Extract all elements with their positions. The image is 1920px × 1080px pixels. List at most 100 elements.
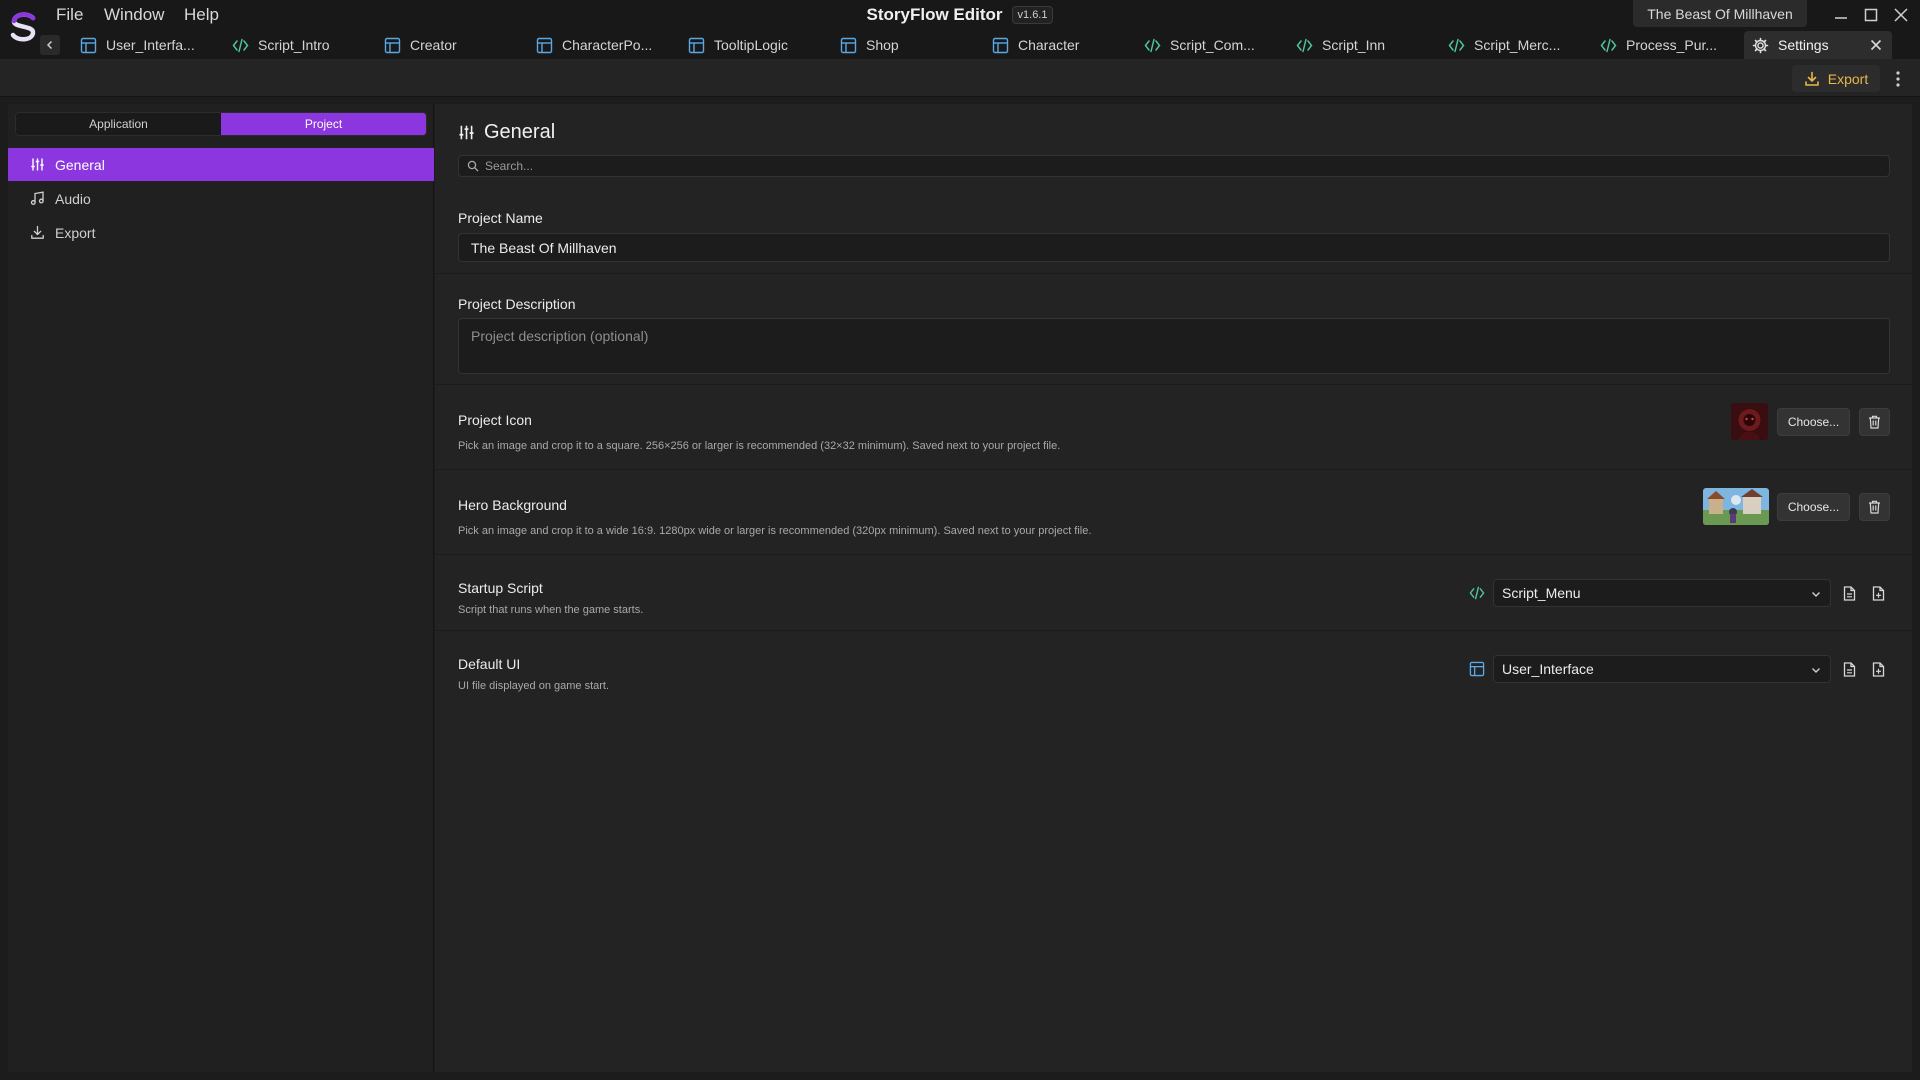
default-ui-description: UI file displayed on game start. — [458, 680, 610, 692]
default-ui-label: Default UI — [458, 656, 521, 672]
music-icon — [30, 191, 44, 205]
hero-background-delete-button[interactable] — [1859, 493, 1890, 521]
sidebar-item-export[interactable]: Export — [8, 216, 434, 249]
tab-label: Script_Merc... — [1474, 37, 1561, 53]
chevron-down-icon — [1812, 592, 1820, 597]
title-bar: File Window Help StoryFlow Editor v1.6.1… — [0, 0, 1920, 59]
trash-icon — [1869, 415, 1880, 429]
trash-icon — [1869, 500, 1880, 514]
file-plus-icon — [1872, 585, 1884, 601]
menu-help[interactable]: Help — [184, 0, 219, 29]
open-ui-button[interactable] — [1837, 655, 1861, 683]
chevron-down-icon — [1812, 668, 1820, 673]
close-tab-icon[interactable] — [1868, 37, 1884, 53]
settings-scope-toggle: Application Project — [15, 112, 427, 136]
minimize-icon[interactable] — [1830, 4, 1852, 26]
project-icon-thumbnail — [1731, 403, 1768, 440]
tab-creator[interactable]: Creator — [376, 31, 516, 59]
gear-icon — [1752, 37, 1769, 53]
project-name-label: Project Name — [458, 210, 543, 226]
project-name-pill[interactable]: The Beast Of Millhaven — [1633, 0, 1807, 27]
search-input[interactable] — [485, 159, 1836, 173]
code-icon — [1144, 38, 1161, 52]
sidebar-item-label: Export — [55, 224, 96, 241]
export-button[interactable]: Export — [1792, 65, 1880, 92]
startup-script-label: Startup Script — [458, 580, 543, 596]
project-description-input[interactable] — [458, 318, 1890, 374]
search-icon — [467, 160, 479, 172]
tab-label: Settings — [1778, 37, 1829, 53]
tab-user-interface[interactable]: User_Interfa... — [72, 31, 212, 59]
project-icon-section: Project Icon Pick an image and crop it t… — [435, 385, 1912, 470]
tab-settings[interactable]: Settings — [1744, 31, 1892, 59]
tab-label: Creator — [410, 37, 457, 53]
toolbar: Export — [0, 59, 1920, 97]
layout-icon — [80, 37, 97, 53]
code-icon — [1469, 586, 1485, 600]
tab-script-merc[interactable]: Script_Merc... — [1440, 31, 1580, 59]
project-icon-description: Pick an image and crop it to a square. 2… — [458, 440, 1061, 452]
tab-script-com[interactable]: Script_Com... — [1136, 31, 1276, 59]
sidebar-item-label: Audio — [55, 190, 91, 207]
tab-label: TooltipLogic — [714, 37, 788, 53]
tab-process-pur[interactable]: Process_Pur... — [1592, 31, 1732, 59]
code-icon — [1448, 38, 1465, 52]
sidebar-item-general[interactable]: General — [8, 148, 434, 181]
tab-character[interactable]: Character — [984, 31, 1124, 59]
tab-scroll-left-button[interactable] — [40, 35, 60, 55]
project-icon-delete-button[interactable] — [1859, 408, 1890, 436]
menu-file[interactable]: File — [56, 0, 83, 29]
tab-label: Process_Pur... — [1626, 37, 1718, 53]
default-ui-select[interactable]: User_Interface — [1493, 655, 1831, 683]
file-plus-icon — [1872, 661, 1884, 677]
new-ui-button[interactable] — [1866, 655, 1890, 683]
settings-content: General Project Name Project Description… — [435, 104, 1912, 1072]
project-name-section: Project Name — [435, 188, 1912, 274]
layout-icon — [1469, 661, 1485, 677]
version-badge: v1.6.1 — [1011, 5, 1054, 24]
layout-icon — [536, 37, 553, 53]
editor-tab-bar: User_Interfa... Script_Intro Creator Cha… — [72, 31, 1892, 59]
page-title-label: General — [484, 121, 556, 143]
startup-script-description: Script that runs when the game starts. — [458, 604, 644, 616]
close-window-icon[interactable] — [1890, 4, 1912, 26]
project-description-section: Project Description — [435, 274, 1912, 385]
project-icon-choose-button[interactable]: Choose... — [1777, 408, 1850, 436]
scope-application-button[interactable]: Application — [16, 113, 221, 135]
default-ui-section: Default UI UI file displayed on game sta… — [435, 631, 1912, 707]
storyflow-logo-icon — [7, 10, 41, 44]
code-icon — [1600, 38, 1617, 52]
file-icon — [1843, 585, 1855, 601]
settings-sidebar: Application Project General Audio Export — [8, 104, 434, 1072]
export-label: Export — [1827, 70, 1869, 87]
new-script-button[interactable] — [1866, 579, 1890, 607]
tab-shop[interactable]: Shop — [832, 31, 972, 59]
tab-label: Shop — [866, 37, 899, 53]
layout-icon — [688, 37, 705, 53]
maximize-icon[interactable] — [1860, 4, 1882, 26]
more-options-icon[interactable] — [1886, 65, 1910, 92]
tab-label: Script_Inn — [1322, 37, 1386, 53]
tab-script-intro[interactable]: Script_Intro — [224, 31, 364, 59]
sidebar-item-audio[interactable]: Audio — [8, 182, 434, 215]
download-icon — [1804, 71, 1819, 86]
tab-script-inn[interactable]: Script_Inn — [1288, 31, 1428, 59]
menu-window[interactable]: Window — [104, 0, 164, 29]
scope-project-button[interactable]: Project — [221, 113, 426, 135]
code-icon — [232, 38, 249, 52]
tab-label: Script_Intro — [258, 37, 330, 53]
tab-label: Character — [1018, 37, 1080, 53]
tab-tooltip-logic[interactable]: TooltipLogic — [680, 31, 820, 59]
hero-background-description: Pick an image and crop it to a wide 16:9… — [458, 525, 1092, 537]
hero-background-label: Hero Background — [458, 497, 567, 513]
app-name: StoryFlow Editor — [866, 4, 1003, 24]
startup-script-select[interactable]: Script_Menu — [1493, 579, 1831, 607]
download-icon — [31, 225, 44, 239]
hero-background-choose-button[interactable]: Choose... — [1777, 493, 1850, 521]
project-description-label: Project Description — [458, 296, 576, 312]
tab-character-portrait[interactable]: CharacterPo... — [528, 31, 668, 59]
chevron-left-icon — [46, 40, 53, 50]
tab-label: CharacterPo... — [562, 37, 653, 53]
project-name-input[interactable] — [458, 233, 1890, 262]
open-script-button[interactable] — [1837, 579, 1861, 607]
